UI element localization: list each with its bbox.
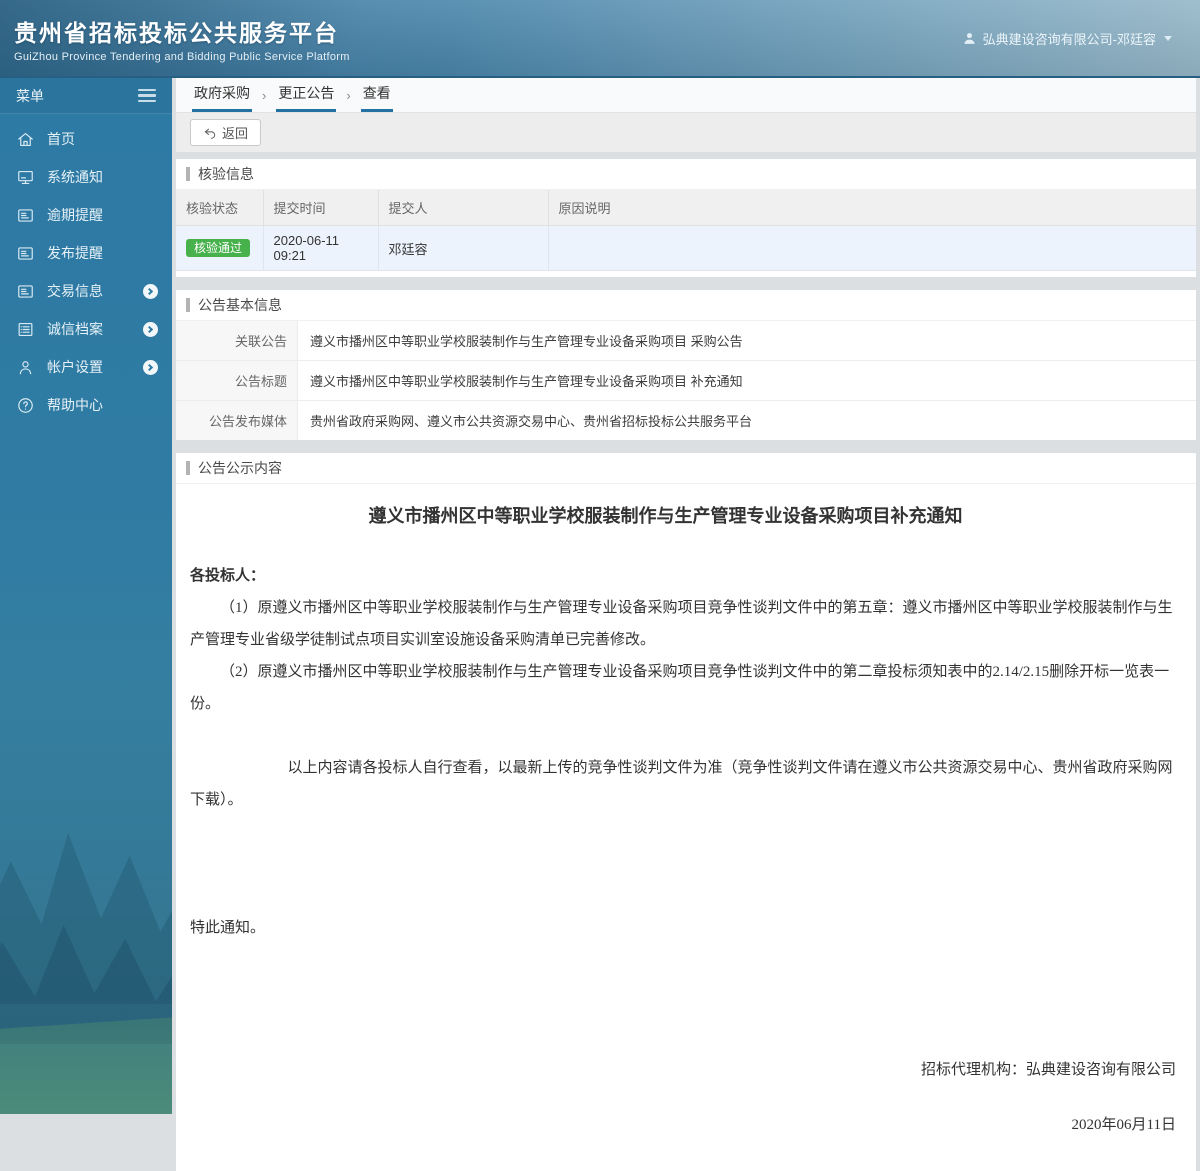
section-marker xyxy=(186,167,190,181)
announcement-info-section: 公告基本信息 关联公告 遵义市播州区中等职业学校服装制作与生产管理专业设备采购项… xyxy=(176,290,1196,440)
sidebar-item-label: 诚信档案 xyxy=(47,321,103,337)
notice-salutation: 各投标人： xyxy=(190,568,266,584)
monitor-icon xyxy=(16,168,35,187)
field-row-announcement-title: 公告标题 遵义市播州区中等职业学校服装制作与生产管理专业设备采购项目 补充通知 xyxy=(176,361,1196,401)
sidebar-item-system-notice[interactable]: 系统通知 xyxy=(0,158,172,196)
back-icon xyxy=(204,128,216,139)
sidebar-item-credit-archive[interactable]: 诚信档案 xyxy=(0,310,172,348)
user-name: 弘典建设咨询有限公司-邓廷容 xyxy=(982,31,1156,47)
section-title: 公告基本信息 xyxy=(198,297,282,313)
field-value: 遵义市播州区中等职业学校服装制作与生产管理专业设备采购项目 采购公告 xyxy=(310,334,743,349)
sidebar-item-trade-info[interactable]: 交易信息 xyxy=(0,272,172,310)
sidebar-item-overdue-reminder[interactable]: 逾期提醒 xyxy=(0,196,172,234)
sidebar: 菜单 首页 系统通知 逾期提醒 发布提醒 交易信息 诚信档案 帐户设置 帮助中心 xyxy=(0,78,172,1114)
menu-label: 菜单 xyxy=(16,87,44,104)
app-subtitle: GuiZhou Province Tendering and Bidding P… xyxy=(14,50,350,63)
column-header-status: 核验状态 xyxy=(176,190,264,226)
breadcrumb-item-correction-notice[interactable]: 更正公告 xyxy=(276,75,337,112)
column-header-reason: 原因说明 xyxy=(547,190,1196,226)
verification-section-header: 核验信息 xyxy=(176,159,1196,190)
column-header-submit-time: 提交时间 xyxy=(262,190,379,226)
sidebar-scenery-image xyxy=(0,684,172,1114)
submitter-cell: 邓廷容 xyxy=(377,225,549,271)
section-marker xyxy=(186,461,190,475)
notice-paragraph-3: 以上内容请各投标人自行查看，以最新上传的竞争性谈判文件为准（竞争性谈判文件请在遵… xyxy=(190,760,1173,808)
notice-paragraph-2: （2）原遵义市播州区中等职业学校服装制作与生产管理专业设备采购项目竞争性谈判文件… xyxy=(190,664,1170,712)
notice-agency: 招标代理机构：弘典建设咨询有限公司 xyxy=(920,1062,1176,1078)
sidebar-nav: 首页 系统通知 逾期提醒 发布提醒 交易信息 诚信档案 帐户设置 帮助中心 xyxy=(0,114,172,424)
sidebar-menu-header: 菜单 xyxy=(0,78,172,114)
field-label: 公告标题 xyxy=(176,361,298,400)
status-badge: 核验通过 xyxy=(186,239,251,257)
chevron-right-icon xyxy=(143,359,158,375)
chevron-right-icon xyxy=(143,321,158,337)
main-content: 政府采购 › 更正公告 › 查看 返回 核验信息 核验状态 提交时间 提交人 原… xyxy=(172,78,1200,1171)
field-label: 关联公告 xyxy=(176,321,298,360)
field-value: 贵州省政府采购网、遵义市公共资源交易中心、贵州省招标投标公共服务平台 xyxy=(310,414,753,429)
announcement-info-header: 公告基本信息 xyxy=(176,290,1196,321)
user-icon xyxy=(16,358,35,377)
verification-table: 核验状态 提交时间 提交人 原因说明 核验通过 2020-06-11 09:21… xyxy=(176,190,1196,271)
submit-time-cell: 2020-06-11 09:21 xyxy=(262,225,379,271)
app-header: 贵州省招标投标公共服务平台 GuiZhou Province Tendering… xyxy=(0,0,1200,78)
caret-down-icon xyxy=(1164,35,1172,41)
home-icon xyxy=(16,130,35,149)
sidebar-item-label: 系统通知 xyxy=(47,169,103,185)
notice-title: 遵义市播州区中等职业学校服装制作与生产管理专业设备采购项目补充通知 xyxy=(368,506,963,526)
sidebar-item-label: 发布提醒 xyxy=(47,245,103,261)
notice-content-header: 公告公示内容 xyxy=(176,453,1196,484)
field-row-related-announcement: 关联公告 遵义市播州区中等职业学校服装制作与生产管理专业设备采购项目 采购公告 xyxy=(176,321,1196,361)
field-row-publish-media: 公告发布媒体 贵州省政府采购网、遵义市公共资源交易中心、贵州省招标投标公共服务平… xyxy=(176,401,1196,440)
section-title: 核验信息 xyxy=(198,166,254,182)
field-value: 遵义市播州区中等职业学校服装制作与生产管理专业设备采购项目 补充通知 xyxy=(310,374,743,389)
list-icon xyxy=(16,320,35,339)
sidebar-item-publish-reminder[interactable]: 发布提醒 xyxy=(0,234,172,272)
sidebar-item-label: 交易信息 xyxy=(47,283,103,299)
column-header-submitter: 提交人 xyxy=(377,190,549,226)
breadcrumb: 政府采购 › 更正公告 › 查看 xyxy=(176,78,1196,113)
reason-cell xyxy=(547,225,1196,271)
sidebar-item-help-center[interactable]: 帮助中心 xyxy=(0,386,172,424)
document-lines-icon xyxy=(16,244,35,263)
sidebar-item-home[interactable]: 首页 xyxy=(0,120,172,158)
status-cell: 核验通过 xyxy=(176,225,264,271)
sidebar-item-label: 逾期提醒 xyxy=(47,207,103,223)
breadcrumb-separator: › xyxy=(262,88,267,103)
help-icon xyxy=(16,396,35,415)
user-menu[interactable]: 弘典建设咨询有限公司-邓廷容 xyxy=(962,29,1172,48)
notice-paragraph-1: （1）原遵义市播州区中等职业学校服装制作与生产管理专业设备采购项目竞争性谈判文件… xyxy=(190,600,1173,648)
sidebar-item-label: 帮助中心 xyxy=(47,397,103,413)
chevron-right-icon xyxy=(143,283,158,299)
toolbar: 返回 xyxy=(176,113,1196,152)
user-avatar-icon xyxy=(964,32,975,44)
app-title: 贵州省招标投标公共服务平台 xyxy=(14,19,339,46)
breadcrumb-item-view[interactable]: 查看 xyxy=(360,75,393,112)
menu-toggle-icon[interactable] xyxy=(138,85,156,107)
breadcrumb-separator: › xyxy=(346,88,351,103)
document-lines-icon xyxy=(16,206,35,225)
brand: 贵州省招标投标公共服务平台 GuiZhou Province Tendering… xyxy=(14,14,350,63)
notice-body: 遵义市播州区中等职业学校服装制作与生产管理专业设备采购项目补充通知 各投标人： … xyxy=(176,484,1196,1171)
section-marker xyxy=(186,298,190,312)
notice-content-section: 公告公示内容 遵义市播州区中等职业学校服装制作与生产管理专业设备采购项目补充通知… xyxy=(176,453,1196,1171)
breadcrumb-item-gov-procurement[interactable]: 政府采购 xyxy=(192,75,252,112)
document-lines-icon xyxy=(16,282,35,301)
section-title: 公告公示内容 xyxy=(198,460,282,476)
sidebar-item-label: 首页 xyxy=(47,131,75,147)
notice-closing: 特此通知。 xyxy=(190,920,266,936)
table-row: 核验通过 2020-06-11 09:21 邓廷容 xyxy=(176,225,1196,271)
sidebar-item-label: 帐户设置 xyxy=(47,359,103,375)
back-button[interactable]: 返回 xyxy=(190,119,262,146)
verification-section: 核验信息 核验状态 提交时间 提交人 原因说明 核验通过 2020-06-11 … xyxy=(176,159,1196,277)
sidebar-item-account-settings[interactable]: 帐户设置 xyxy=(0,348,172,386)
field-label: 公告发布媒体 xyxy=(176,401,298,440)
